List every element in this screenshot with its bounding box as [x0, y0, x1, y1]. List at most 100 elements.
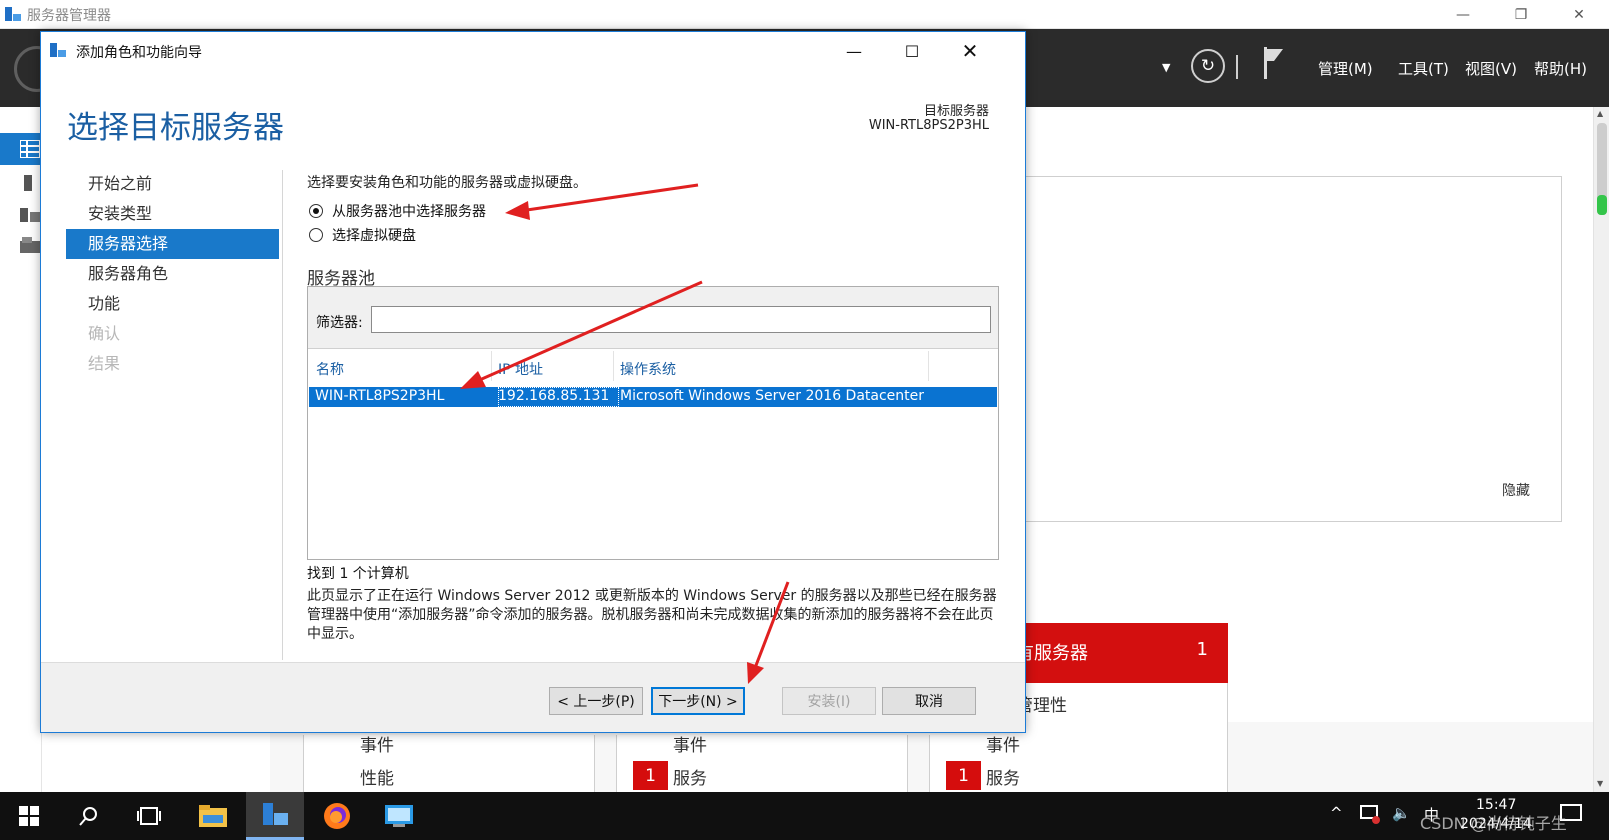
restore-button[interactable]: ❐ [1492, 0, 1550, 29]
wizard-maximize-button[interactable]: ☐ [883, 32, 941, 70]
firefox-icon [324, 803, 350, 829]
toolbar-separator [1236, 55, 1238, 79]
server-pool-box: 筛选器: 名称 IP 地址 操作系统 WIN-RTL8PS2P3HL 192.1… [307, 286, 999, 560]
tile-card-1: 事件 性能 [303, 735, 595, 792]
control-panel-icon [385, 805, 413, 827]
dashboard-icon [20, 140, 40, 158]
tile-badge: 1 [633, 761, 668, 790]
taskbar-firefox[interactable] [308, 792, 366, 840]
radio-button-checked[interactable] [309, 204, 323, 218]
task-view-icon [137, 807, 161, 825]
nav-step-installation-type[interactable]: 安装类型 [66, 199, 279, 229]
menu-tools[interactable]: 工具(T) [1398, 58, 1449, 79]
nav-step-results: 结果 [88, 354, 121, 373]
server-manager-title: 服务器管理器 [27, 8, 111, 24]
tile-badge: 1 [946, 761, 981, 790]
windows-taskbar: ^ 🔈 中 15:47 2024/4/14 [0, 792, 1609, 840]
hide-link[interactable]: 隐藏 [1502, 480, 1530, 500]
column-header-os[interactable]: 操作系统 [620, 359, 676, 379]
next-button[interactable]: 下一步(N) > [651, 687, 745, 715]
radio-virtual-disk-label[interactable]: 选择虚拟硬盘 [332, 225, 416, 245]
filter-area: 筛选器: [308, 287, 998, 349]
wizard-minimize-button[interactable]: — [825, 32, 883, 70]
nav-step-server-selection[interactable]: 服务器选择 [66, 229, 279, 259]
menu-view[interactable]: 视图(V) [1465, 58, 1517, 79]
menu-manage[interactable]: 管理(M) [1318, 58, 1373, 79]
tile-title: 有服务器 [1016, 643, 1088, 664]
windows-logo-icon [19, 806, 39, 826]
tile-row-performance[interactable]: 性能 [360, 764, 394, 789]
tile-row-services[interactable]: 服务 [986, 764, 1020, 789]
scroll-down-icon[interactable]: ▼ [1597, 779, 1603, 788]
server-manager-sidebar [0, 107, 42, 792]
column-divider[interactable] [613, 351, 614, 381]
column-header-ip[interactable]: IP 地址 [498, 359, 543, 379]
server-manager-titlebar: 服务器管理器 — ❐ ✕ [0, 0, 1609, 29]
watermark-text: CSDN @尚待钝子生 [1420, 814, 1567, 833]
radio-server-pool[interactable]: 从服务器池中选择服务器 [309, 201, 486, 221]
network-icon[interactable] [1360, 805, 1382, 825]
search-icon [79, 807, 97, 826]
column-divider[interactable] [928, 351, 929, 381]
search-button[interactable] [60, 792, 118, 840]
intro-text: 选择要安装角色和功能的服务器或虚拟硬盘。 [307, 175, 587, 191]
tile-row-events[interactable]: 事件 [986, 731, 1020, 756]
close-button[interactable]: ✕ [1550, 0, 1608, 29]
description-text: 此页显示了正在运行 Windows Server 2012 或更新版本的 Win… [307, 588, 997, 642]
previous-button[interactable]: < 上一步(P) [549, 687, 643, 715]
server-os-cell: Microsoft Windows Server 2016 Datacenter [620, 388, 925, 404]
tile-row-events[interactable]: 事件 [360, 731, 394, 756]
taskbar-file-explorer[interactable] [184, 792, 242, 840]
target-server-value: WIN-RTL8PS2P3HL [868, 118, 989, 133]
welcome-panel [1010, 176, 1562, 522]
refresh-icon[interactable]: ↻ [1191, 49, 1225, 83]
all-servers-tile-header[interactable]: 有服务器 1 [1010, 623, 1228, 683]
wizard-close-button[interactable]: ✕ [941, 32, 999, 70]
taskbar-control-panel[interactable] [370, 792, 428, 840]
taskbar-server-manager[interactable] [246, 792, 304, 840]
nav-step-confirmation: 确认 [88, 324, 121, 343]
tile-card-3: 事件 1 服务 [929, 735, 1228, 792]
target-server-label: 目标服务器 [923, 104, 989, 119]
found-count-text: 找到 1 个计算机 [307, 566, 409, 582]
nav-step-server-roles[interactable]: 服务器角色 [66, 259, 279, 289]
all-servers-icon[interactable] [20, 204, 40, 224]
table-row[interactable]: WIN-RTL8PS2P3HL 192.168.85.131 Microsoft… [309, 387, 997, 407]
tile-row-events[interactable]: 事件 [673, 731, 707, 756]
wizard-title: 添加角色和功能向导 [76, 45, 202, 61]
notification-flag-icon[interactable] [1262, 47, 1284, 79]
wizard-titlebar: 添加角色和功能向导 — ☐ ✕ [41, 32, 1025, 70]
radio-server-pool-label[interactable]: 从服务器池中选择服务器 [332, 201, 486, 221]
tile-row-services[interactable]: 服务 [673, 764, 707, 789]
volume-icon[interactable]: 🔈 [1392, 804, 1411, 822]
sidebar-item-dashboard[interactable] [0, 133, 42, 165]
nav-step-features[interactable]: 功能 [66, 289, 279, 319]
menu-help[interactable]: 帮助(H) [1534, 58, 1587, 79]
radio-virtual-disk[interactable]: 选择虚拟硬盘 [309, 225, 416, 245]
wizard-step-nav: 开始之前 安装类型 服务器选择 服务器角色 功能 确认 结果 [66, 169, 279, 379]
wizard-footer: < 上一步(P) 下一步(N) > 安装(I) 取消 [41, 662, 1025, 732]
tile-count: 1 [1196, 639, 1208, 660]
radio-button-unchecked[interactable] [309, 228, 323, 242]
tile-manageability: 管理性 [1010, 683, 1228, 735]
nav-step-before-you-begin[interactable]: 开始之前 [66, 169, 279, 199]
server-manager-icon [5, 7, 21, 21]
server-manager-taskbar-icon [263, 802, 288, 825]
start-button[interactable] [0, 792, 58, 840]
add-roles-wizard-dialog: 添加角色和功能向导 — ☐ ✕ 选择目标服务器 目标服务器 WIN-RTL8PS… [40, 31, 1026, 733]
filter-input[interactable] [371, 306, 991, 333]
cancel-button[interactable]: 取消 [882, 687, 976, 715]
folder-icon [199, 805, 227, 827]
wizard-app-icon [50, 43, 66, 57]
local-server-icon[interactable] [20, 173, 40, 193]
scroll-up-icon[interactable]: ▲ [1597, 109, 1603, 118]
minimize-button[interactable]: — [1434, 0, 1492, 29]
column-header-name[interactable]: 名称 [316, 359, 344, 379]
task-view-button[interactable] [120, 792, 178, 840]
file-storage-icon[interactable] [20, 235, 40, 255]
chevron-down-icon[interactable]: ▼ [1162, 61, 1170, 74]
column-divider[interactable] [491, 351, 492, 381]
main-scrollbar[interactable]: ▲ ▼ [1593, 107, 1609, 792]
tray-chevron-up-icon[interactable]: ^ [1330, 804, 1343, 822]
server-grid-header: 名称 IP 地址 操作系统 [308, 349, 998, 385]
